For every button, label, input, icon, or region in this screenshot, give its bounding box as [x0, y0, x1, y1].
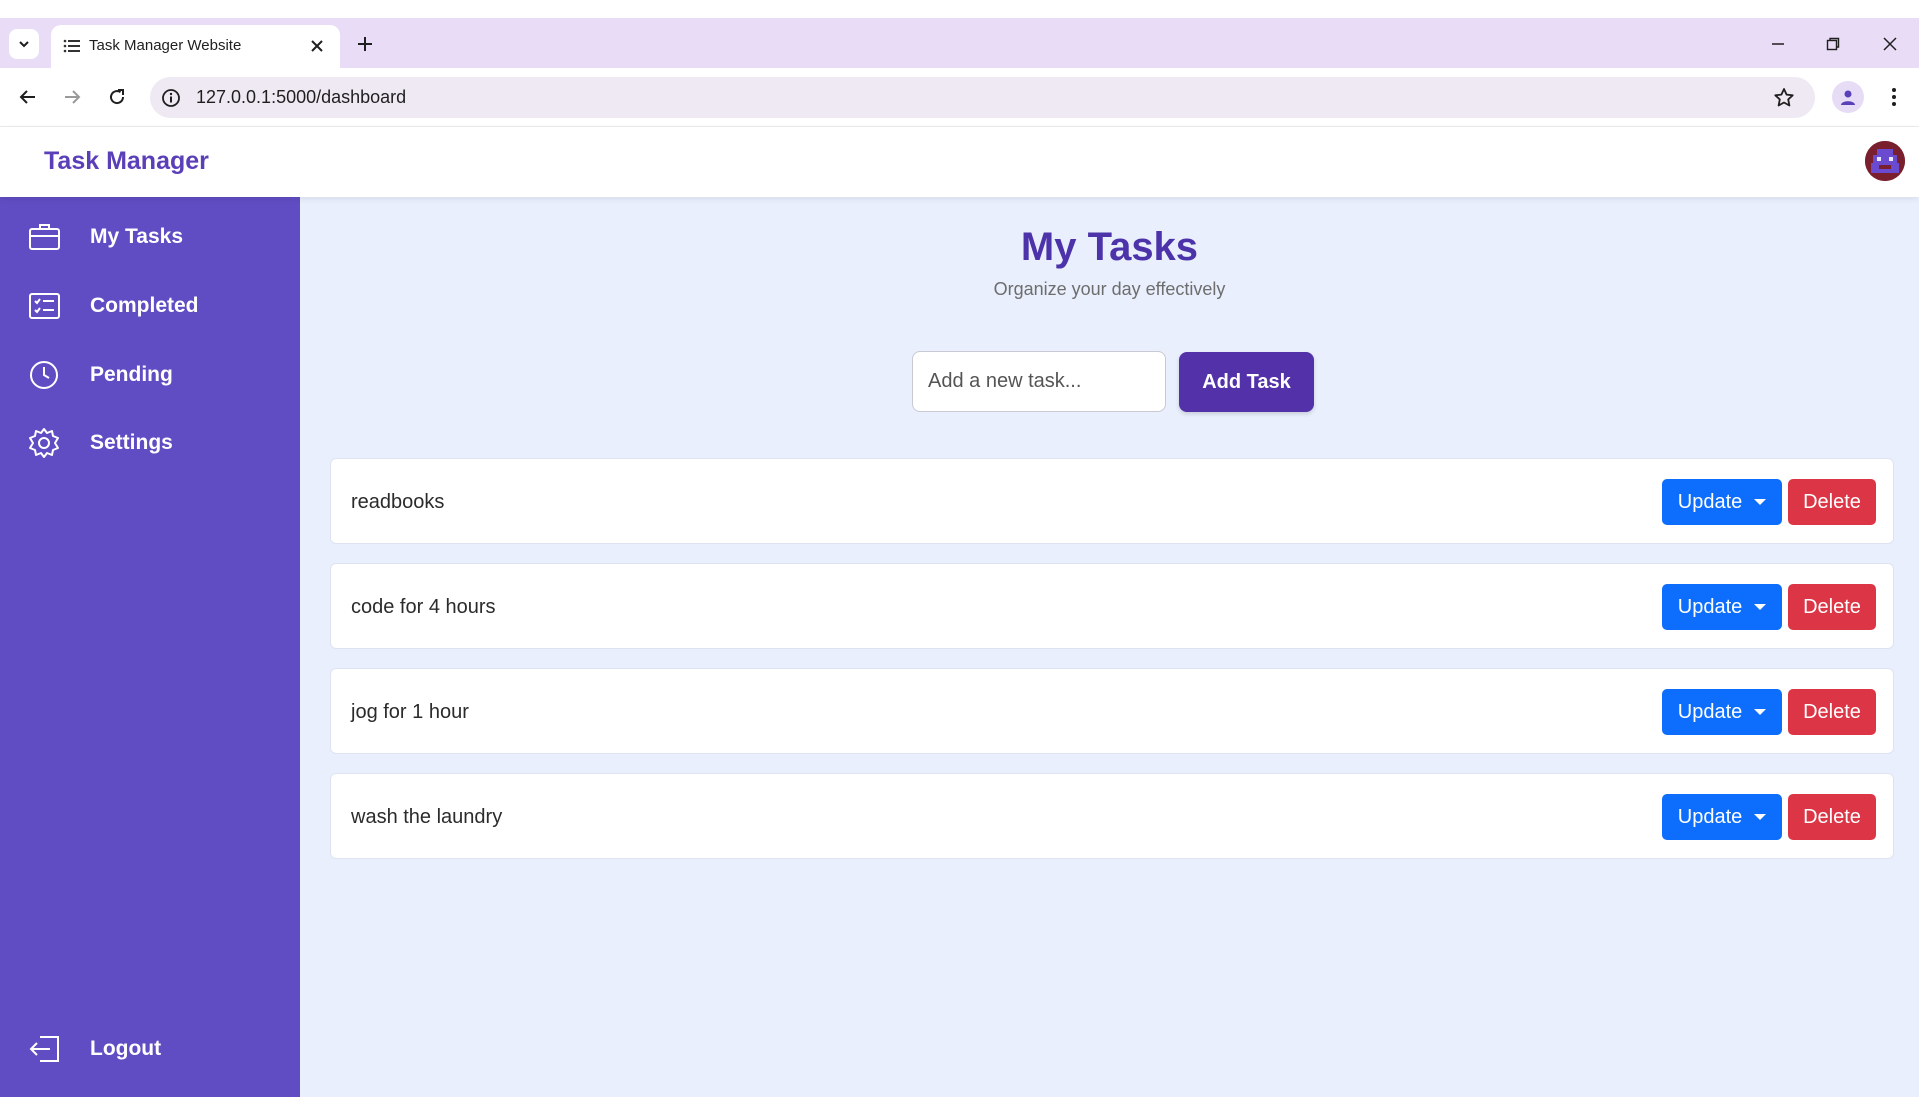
- caret-down-icon: [1754, 499, 1767, 505]
- brand-logo[interactable]: Task Manager: [44, 147, 209, 176]
- list-icon: [63, 39, 80, 53]
- caret-down-icon: [1754, 709, 1767, 715]
- clock-icon: [30, 361, 58, 389]
- task-item: wash the laundry Update Delete: [330, 773, 1894, 859]
- tab-bar: Task Manager Website: [0, 18, 1919, 68]
- user-avatar[interactable]: [1865, 141, 1905, 181]
- checklist-icon: [29, 293, 60, 319]
- sidebar-item-label: Completed: [90, 294, 199, 317]
- profile-button[interactable]: [1832, 81, 1864, 113]
- task-item: readbooks Update Delete: [330, 458, 1894, 544]
- task-text: jog for 1 hour: [351, 701, 469, 723]
- person-icon: [1841, 90, 1855, 105]
- page-subtitle: Organize your day effectively: [993, 279, 1226, 299]
- delete-button[interactable]: Delete: [1788, 584, 1876, 630]
- close-icon: [311, 40, 323, 52]
- task-text: readbooks: [351, 491, 445, 513]
- update-dropdown-button[interactable]: Update: [1662, 479, 1782, 525]
- sidebar-item-completed[interactable]: Completed: [0, 278, 300, 334]
- tab-search-button[interactable]: [9, 29, 39, 59]
- logout-icon: [29, 1036, 59, 1062]
- add-task-button[interactable]: Add Task: [1179, 352, 1314, 412]
- sidebar-item-label: My Tasks: [90, 225, 183, 248]
- update-label: Update: [1677, 805, 1743, 828]
- close-window-button[interactable]: [1876, 30, 1904, 58]
- restore-icon: [1826, 37, 1840, 51]
- sidebar-item-label: Settings: [90, 431, 173, 454]
- back-button[interactable]: [13, 82, 43, 112]
- tab-title: Task Manager Website: [89, 37, 242, 54]
- sidebar-item-label: Pending: [90, 363, 173, 386]
- briefcase-icon: [29, 224, 60, 250]
- caret-down-icon: [1754, 814, 1767, 820]
- plus-icon: [358, 37, 372, 51]
- browser-tab[interactable]: Task Manager Website: [51, 25, 340, 68]
- sidebar-item-label: Logout: [90, 1037, 162, 1060]
- delete-button[interactable]: Delete: [1788, 479, 1876, 525]
- pixel-avatar-icon: [1865, 141, 1905, 181]
- tab-close-button[interactable]: [307, 36, 327, 56]
- main-content: My Tasks Organize your day effectively A…: [300, 197, 1919, 1097]
- update-dropdown-button[interactable]: Update: [1662, 794, 1782, 840]
- kebab-menu-icon: [1892, 88, 1896, 106]
- chevron-down-icon: [19, 41, 29, 48]
- reload-button[interactable]: [102, 82, 132, 112]
- arrow-left-icon: [19, 90, 35, 104]
- sidebar-item-pending[interactable]: Pending: [0, 347, 300, 403]
- sidebar: My Tasks Completed Pending Settings Logo…: [0, 197, 300, 1097]
- forward-button[interactable]: [57, 82, 87, 112]
- app-header: Task Manager: [0, 127, 1919, 197]
- url-text: 127.0.0.1:5000/dashboard: [196, 87, 407, 107]
- delete-button[interactable]: Delete: [1788, 689, 1876, 735]
- page-title: My Tasks: [1020, 225, 1199, 269]
- task-item: jog for 1 hour Update Delete: [330, 668, 1894, 754]
- sidebar-item-settings[interactable]: Settings: [0, 415, 300, 471]
- update-label: Update: [1677, 595, 1743, 618]
- restore-button[interactable]: [1819, 30, 1847, 58]
- sidebar-item-logout[interactable]: Logout: [0, 1021, 300, 1077]
- close-icon: [1883, 37, 1897, 51]
- window-top-strip: [0, 0, 1919, 18]
- new-tab-button[interactable]: [352, 31, 378, 57]
- address-bar[interactable]: 127.0.0.1:5000/dashboard: [150, 77, 1815, 118]
- update-label: Update: [1677, 490, 1743, 513]
- browser-chrome: Task Manager Website 127.0.0.1:5000/dash…: [0, 0, 1919, 127]
- task-text: wash the laundry: [351, 806, 503, 828]
- task-item: code for 4 hours Update Delete: [330, 563, 1894, 649]
- task-text: code for 4 hours: [351, 596, 496, 618]
- caret-down-icon: [1754, 604, 1767, 610]
- delete-button[interactable]: Delete: [1788, 794, 1876, 840]
- reload-icon: [110, 89, 125, 105]
- browser-menu-button[interactable]: [1880, 82, 1908, 112]
- task-list: readbooks Update Delete code for 4 hours…: [330, 458, 1894, 878]
- minimize-icon: [1772, 43, 1784, 45]
- arrow-right-icon: [65, 90, 81, 104]
- update-label: Update: [1677, 700, 1743, 723]
- browser-toolbar: 127.0.0.1:5000/dashboard: [0, 68, 1919, 127]
- new-task-input[interactable]: [912, 351, 1166, 412]
- sidebar-item-my-tasks[interactable]: My Tasks: [0, 209, 300, 265]
- update-dropdown-button[interactable]: Update: [1662, 689, 1782, 735]
- bookmark-star-icon[interactable]: [1772, 86, 1796, 110]
- gear-icon: [29, 428, 59, 458]
- update-dropdown-button[interactable]: Update: [1662, 584, 1782, 630]
- minimize-button[interactable]: [1764, 30, 1792, 58]
- site-info-icon[interactable]: [161, 88, 181, 108]
